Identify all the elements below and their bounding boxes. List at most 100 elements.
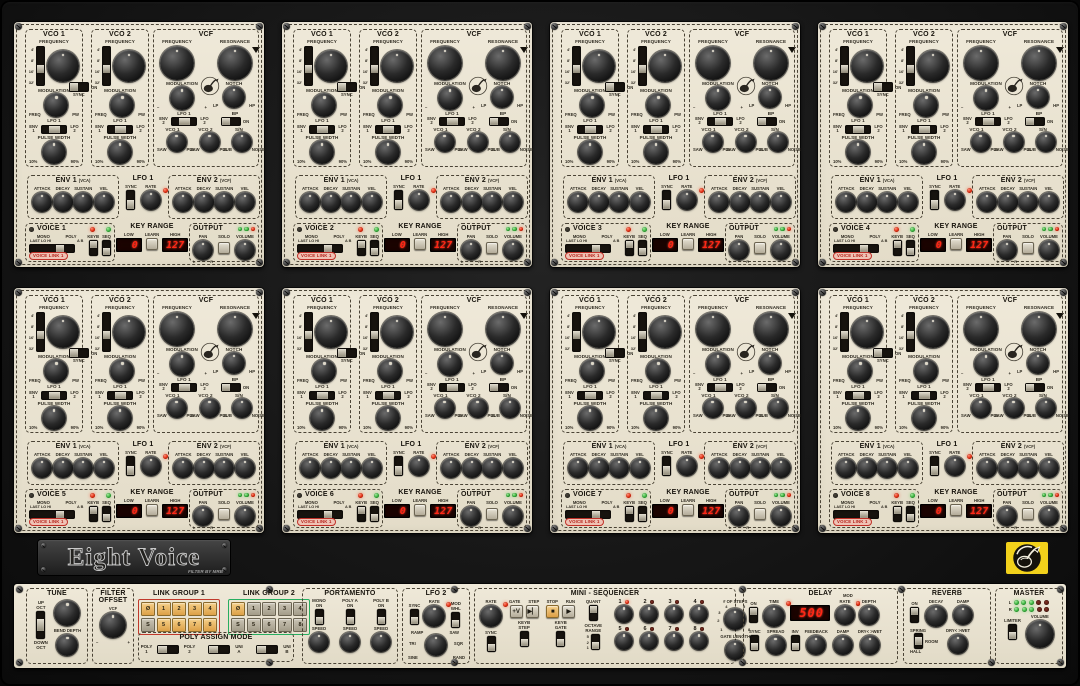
env2-sustain-knob[interactable] (750, 458, 770, 478)
seq-step-advance-button[interactable]: ▶▏ (526, 605, 539, 618)
env1-decay-knob[interactable] (589, 192, 609, 212)
limiter-switch[interactable] (1008, 624, 1017, 640)
osc-sync-switch[interactable] (337, 82, 357, 92)
vcf-sn-knob[interactable] (768, 398, 788, 418)
vco1-frequency-knob[interactable] (583, 50, 615, 82)
env2-vel-knob[interactable] (235, 458, 255, 478)
vco2-modsrc-switch[interactable] (643, 391, 669, 400)
porta-mono-switch[interactable] (315, 609, 324, 625)
lg2-voice6-button[interactable]: 6 (262, 618, 276, 632)
vco2-frequency-knob[interactable] (649, 50, 681, 82)
vcf-modsrc-switch[interactable] (171, 383, 197, 392)
vco2-pulsewidth-knob[interactable] (108, 140, 132, 164)
vcf-vco2-mix-knob[interactable] (736, 132, 756, 152)
vco1-octave-slider[interactable] (304, 312, 313, 352)
env1-vel-knob[interactable] (898, 192, 918, 212)
vco2-modsrc-switch[interactable] (107, 125, 133, 134)
env1-decay-knob[interactable] (857, 458, 877, 478)
vcf-modsrc-switch[interactable] (439, 383, 465, 392)
vcf-frequency-knob[interactable] (428, 312, 462, 346)
cherry-audio-logo[interactable] (1004, 540, 1050, 576)
lg2-voice3-button[interactable]: 3 (278, 602, 292, 616)
vcf-resonance-knob[interactable] (1022, 46, 1056, 80)
key-range-learn-button[interactable] (682, 504, 694, 516)
env1-attack-knob[interactable] (568, 192, 588, 212)
env2-attack-knob[interactable] (977, 192, 997, 212)
vcf-frequency-knob[interactable] (696, 46, 730, 80)
key-range-high-display[interactable]: 127 (698, 504, 724, 518)
vco2-modulation-knob[interactable] (110, 93, 134, 117)
output-pan-knob[interactable] (997, 240, 1017, 260)
lg1-voice8-button[interactable]: 8 (203, 618, 217, 632)
vcf-vco1-mix-knob[interactable] (167, 398, 187, 418)
vco1-modulation-knob[interactable] (312, 359, 336, 383)
lg1-voice1-button[interactable]: 1 (157, 602, 171, 616)
vcf-bp-switch[interactable] (757, 117, 777, 126)
key-range-low-display[interactable]: 0 (652, 238, 678, 252)
vco2-modsrc-switch[interactable] (911, 391, 937, 400)
bend-depth-knob[interactable] (56, 634, 78, 656)
vcf-vco2-mix-knob[interactable] (200, 398, 220, 418)
tune-knob[interactable] (54, 600, 80, 626)
lfo2-wave-knob[interactable] (425, 634, 447, 656)
vcf-resonance-knob[interactable] (486, 312, 520, 346)
output-pan-knob[interactable] (461, 240, 481, 260)
vcf-notch-knob[interactable] (1027, 86, 1049, 108)
vco2-octave-slider[interactable] (102, 46, 111, 86)
key-range-learn-button[interactable] (414, 238, 426, 250)
lfo1-rate-knob[interactable] (409, 456, 429, 476)
vco2-pulsewidth-knob[interactable] (108, 406, 132, 430)
key-range-low-display[interactable]: 0 (116, 238, 142, 252)
key-range-learn-button[interactable] (146, 238, 158, 250)
lfo1-sync-switch[interactable] (930, 456, 939, 476)
env1-decay-knob[interactable] (589, 458, 609, 478)
seq-step3-knob[interactable] (665, 605, 683, 623)
vco2-pulsewidth-knob[interactable] (644, 406, 668, 430)
delay-feedback-knob[interactable] (806, 635, 826, 655)
key-range-low-display[interactable]: 0 (920, 504, 946, 518)
uni-a-switch[interactable] (208, 645, 230, 654)
delay-time-knob[interactable] (763, 605, 785, 627)
key-range-learn-button[interactable] (950, 504, 962, 516)
output-volume-knob[interactable] (771, 240, 791, 260)
vco2-modulation-knob[interactable] (914, 359, 938, 383)
vcf-vco2-mix-knob[interactable] (468, 398, 488, 418)
env2-vel-knob[interactable] (1039, 192, 1059, 212)
vco1-pulsewidth-knob[interactable] (42, 140, 66, 164)
delay-depth-knob[interactable] (859, 605, 879, 625)
lfo1-rate-knob[interactable] (945, 190, 965, 210)
vco1-pulsewidth-knob[interactable] (578, 406, 602, 430)
vcf-notch-knob[interactable] (491, 86, 513, 108)
voice-keyb-switch[interactable] (625, 506, 634, 522)
env2-attack-knob[interactable] (173, 458, 193, 478)
env1-decay-knob[interactable] (53, 458, 73, 478)
output-volume-knob[interactable] (1039, 240, 1059, 260)
voice-seq-switch[interactable] (638, 506, 647, 522)
output-solo-button[interactable] (218, 242, 230, 254)
vco2-octave-slider[interactable] (370, 46, 379, 86)
output-solo-button[interactable] (486, 508, 498, 520)
vcf-frequency-knob[interactable] (428, 46, 462, 80)
vco2-frequency-knob[interactable] (381, 50, 413, 82)
reverb-on-switch[interactable] (910, 607, 919, 623)
vco2-modsrc-switch[interactable] (375, 125, 401, 134)
vco2-octave-slider[interactable] (906, 46, 915, 86)
vco1-frequency-knob[interactable] (583, 316, 615, 348)
vcf-modulation-knob[interactable] (438, 352, 462, 376)
vcf-frequency-knob[interactable] (964, 312, 998, 346)
vco2-octave-slider[interactable] (370, 312, 379, 352)
env2-decay-knob[interactable] (194, 458, 214, 478)
key-range-high-display[interactable]: 127 (430, 238, 456, 252)
vco1-modsrc-switch[interactable] (845, 391, 871, 400)
vco2-pulsewidth-knob[interactable] (644, 140, 668, 164)
env2-sustain-knob[interactable] (482, 458, 502, 478)
vcf-vco1-mix-knob[interactable] (703, 398, 723, 418)
vco1-modulation-knob[interactable] (312, 93, 336, 117)
seq-sync-switch[interactable] (487, 636, 496, 652)
vco1-modulation-knob[interactable] (848, 93, 872, 117)
reverb-type-switch[interactable] (914, 633, 923, 649)
vcf-notch-knob[interactable] (759, 86, 781, 108)
vco1-octave-slider[interactable] (572, 312, 581, 352)
vco2-pulsewidth-knob[interactable] (376, 406, 400, 430)
lfo1-sync-switch[interactable] (126, 190, 135, 210)
